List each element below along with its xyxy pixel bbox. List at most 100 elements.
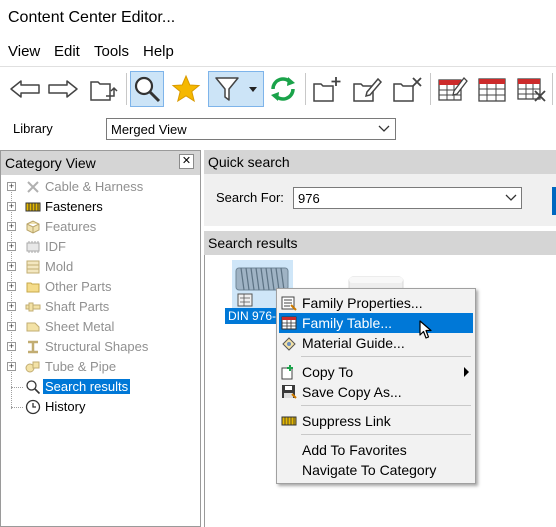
forward-arrow-icon bbox=[48, 80, 78, 98]
menu-item-family-properties[interactable]: Family Properties... bbox=[279, 293, 473, 313]
history-clock-icon bbox=[25, 399, 41, 415]
menu-item-suppress-link[interactable]: Suppress Link bbox=[279, 411, 473, 431]
tree-item-sheet-metal[interactable]: + Sheet Metal bbox=[1, 317, 200, 337]
tree-item-label: Other Parts bbox=[45, 279, 112, 294]
menu-tools[interactable]: Tools bbox=[94, 43, 129, 60]
cable-harness-icon bbox=[27, 181, 39, 193]
result-label[interactable]: DIN 976- bbox=[225, 308, 280, 324]
search-input[interactable] bbox=[293, 187, 522, 209]
menu-view[interactable]: View bbox=[8, 43, 40, 60]
family-table-button[interactable] bbox=[475, 71, 509, 107]
forward-button[interactable] bbox=[46, 71, 80, 107]
tree-item-features[interactable]: + Features bbox=[1, 217, 200, 237]
expand-icon[interactable]: + bbox=[7, 362, 16, 371]
delete-family-button[interactable] bbox=[514, 71, 548, 107]
menu-item-family-table[interactable]: Family Table... bbox=[279, 313, 473, 333]
toolbar bbox=[0, 66, 556, 113]
expand-icon[interactable]: + bbox=[7, 202, 16, 211]
quick-search-title: Quick search bbox=[208, 154, 290, 170]
tree-item-fasteners[interactable]: + Fasteners bbox=[1, 197, 200, 217]
tree-item-tube-pipe[interactable]: + Tube & Pipe bbox=[1, 357, 200, 377]
context-menu: Family Properties... Family Table... Mat… bbox=[276, 288, 476, 484]
chevron-down-icon[interactable] bbox=[503, 190, 519, 206]
menu-bar: View Edit Tools Help bbox=[0, 38, 556, 64]
folder-up-icon bbox=[90, 81, 118, 101]
new-category-icon bbox=[313, 77, 341, 102]
tree-item-label: Search results bbox=[43, 379, 131, 394]
tube-pipe-icon bbox=[25, 361, 40, 373]
tree-item-cable-harness[interactable]: + Cable & Harness bbox=[1, 177, 200, 197]
search-results-title: Search results bbox=[208, 235, 298, 251]
tree-item-label: Features bbox=[45, 219, 97, 234]
expand-icon[interactable]: + bbox=[7, 322, 16, 331]
menu-item-label: Family Table... bbox=[302, 315, 392, 331]
up-folder-button[interactable] bbox=[86, 71, 120, 107]
tree-item-label: Mold bbox=[45, 259, 74, 274]
edit-category-button[interactable] bbox=[350, 71, 384, 107]
back-button[interactable] bbox=[8, 71, 42, 107]
tree-item-label: Tube & Pipe bbox=[45, 359, 117, 374]
mouse-cursor-icon bbox=[419, 320, 432, 339]
menu-item-label: Save Copy As... bbox=[302, 384, 402, 400]
sheet-metal-icon bbox=[26, 322, 40, 332]
expand-icon[interactable]: + bbox=[7, 222, 16, 231]
tree-item-history[interactable]: History bbox=[1, 397, 200, 417]
tree-item-idf[interactable]: + IDF bbox=[1, 237, 200, 257]
menu-item-material-guide[interactable]: Material Guide... bbox=[279, 333, 473, 353]
tree-item-label: IDF bbox=[45, 239, 66, 254]
menu-item-label: Family Properties... bbox=[302, 295, 423, 311]
menu-edit[interactable]: Edit bbox=[54, 43, 80, 60]
material-guide-icon bbox=[282, 337, 296, 351]
tree-item-other-parts[interactable]: + Other Parts bbox=[1, 277, 200, 297]
menu-item-save-copy-as[interactable]: Save Copy As... bbox=[279, 382, 473, 402]
structural-shapes-icon bbox=[28, 340, 38, 354]
search-button[interactable] bbox=[130, 71, 164, 107]
features-icon bbox=[26, 220, 40, 234]
search-go-button[interactable] bbox=[552, 187, 556, 215]
menu-item-copy-to[interactable]: Copy To bbox=[279, 362, 473, 382]
save-copy-icon bbox=[282, 385, 297, 399]
menu-help[interactable]: Help bbox=[143, 43, 174, 60]
tree-item-search-results[interactable]: Search results bbox=[1, 377, 200, 397]
new-category-button[interactable] bbox=[310, 71, 344, 107]
tree-item-structural-shapes[interactable]: + Structural Shapes bbox=[1, 337, 200, 357]
menu-item-label: Navigate To Category bbox=[302, 462, 437, 478]
expand-icon[interactable]: + bbox=[7, 242, 16, 251]
refresh-button[interactable] bbox=[266, 71, 300, 107]
refresh-icon bbox=[271, 77, 295, 101]
tree-item-label: Fasteners bbox=[45, 199, 103, 214]
delete-category-button[interactable] bbox=[390, 71, 424, 107]
expand-icon[interactable]: + bbox=[7, 182, 16, 191]
category-view-header: Category View ✕ bbox=[1, 151, 200, 175]
search-icon bbox=[26, 380, 41, 395]
back-arrow-icon bbox=[10, 80, 40, 98]
filter-button[interactable] bbox=[208, 71, 264, 107]
library-select[interactable]: Merged View bbox=[106, 118, 396, 140]
favorites-star-icon bbox=[171, 74, 201, 103]
delete-category-icon bbox=[393, 77, 422, 102]
menu-item-add-to-favorites[interactable]: Add To Favorites bbox=[279, 440, 473, 460]
edit-family-icon bbox=[438, 77, 468, 101]
tree-item-shaft-parts[interactable]: + Shaft Parts bbox=[1, 297, 200, 317]
favorites-button[interactable] bbox=[169, 71, 203, 107]
close-icon[interactable]: ✕ bbox=[179, 154, 194, 169]
search-results-header: Search results bbox=[204, 231, 556, 255]
expand-icon[interactable]: + bbox=[7, 262, 16, 271]
menu-item-navigate-to-category[interactable]: Navigate To Category bbox=[279, 460, 473, 480]
tree-item-label: Sheet Metal bbox=[45, 319, 115, 334]
tree-item-mold[interactable]: + Mold bbox=[1, 257, 200, 277]
category-view-panel: Category View ✕ + Cable & Harness + Fast… bbox=[0, 150, 201, 527]
menu-item-label: Copy To bbox=[302, 364, 354, 380]
menu-item-label: Material Guide... bbox=[302, 335, 405, 351]
expand-icon[interactable]: + bbox=[7, 302, 16, 311]
tree-item-label: Shaft Parts bbox=[45, 299, 110, 314]
family-table-icon bbox=[478, 78, 506, 102]
idf-icon bbox=[26, 241, 40, 253]
expand-icon[interactable]: + bbox=[7, 282, 16, 291]
expand-icon[interactable]: + bbox=[7, 342, 16, 351]
submenu-arrow-icon bbox=[464, 367, 469, 377]
edit-family-button[interactable] bbox=[435, 71, 469, 107]
tree-item-label: Cable & Harness bbox=[45, 179, 144, 194]
family-table-icon bbox=[281, 316, 297, 330]
tree-item-label: Structural Shapes bbox=[45, 339, 149, 354]
